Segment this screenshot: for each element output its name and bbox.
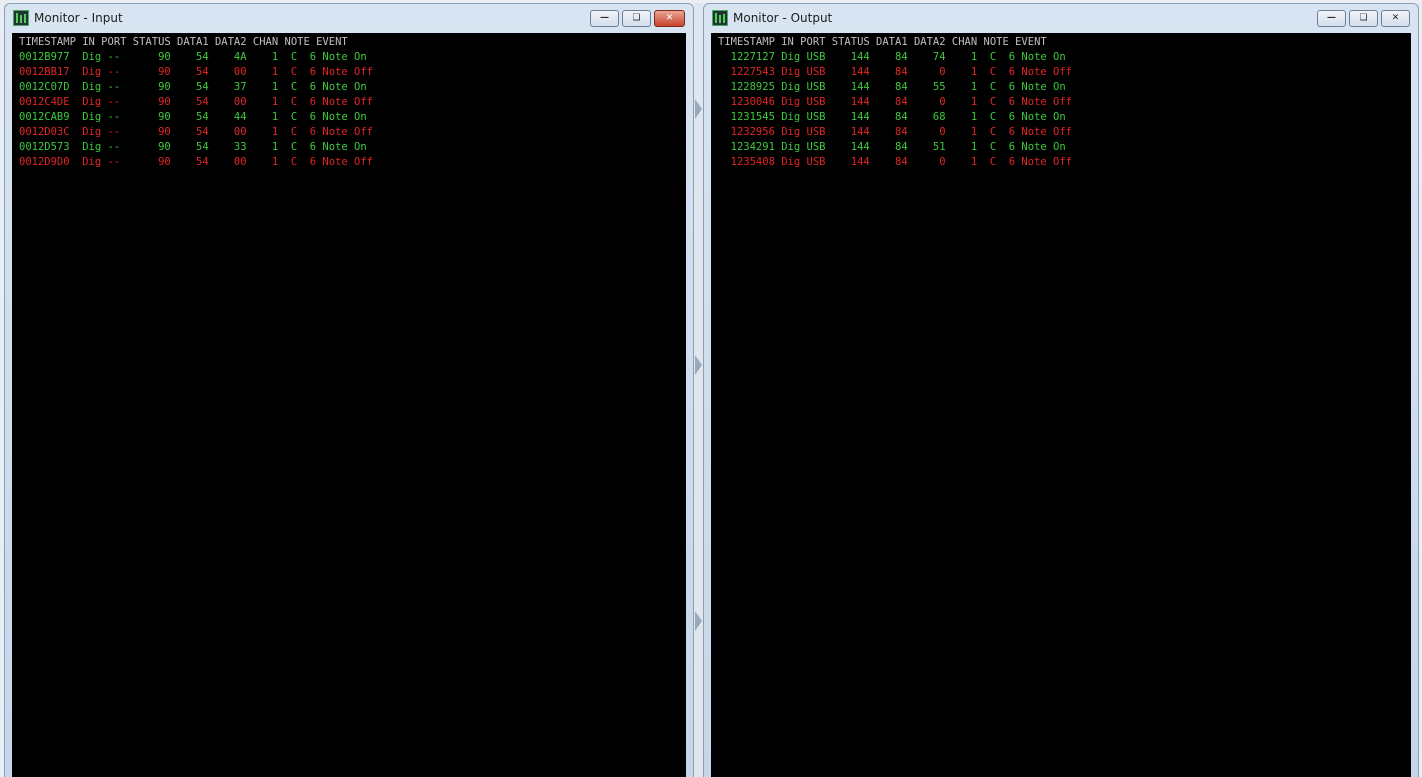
log-row: 1228925 Dig USB 144 84 55 1 C 6 Note On: [718, 81, 1066, 93]
log-row: 1234291 Dig USB 144 84 51 1 C 6 Note On: [718, 141, 1066, 153]
title-bar[interactable]: Monitor - Output — ❏ ✕: [704, 4, 1418, 32]
log-row: 0012B977 Dig -- 90 54 4A 1 C 6 Note On: [19, 51, 367, 63]
log-row: 0012D9D0 Dig -- 90 54 00 1 C 6 Note Off: [19, 156, 374, 168]
maximize-icon[interactable]: ❏: [1349, 10, 1378, 27]
event-log-output[interactable]: TIMESTAMP IN PORT STATUS DATA1 DATA2 CHA…: [711, 33, 1411, 777]
window-title: Monitor - Output: [733, 11, 833, 25]
splitter-grip-icon: [695, 99, 702, 119]
log-row: 0012D573 Dig -- 90 54 33 1 C 6 Note On: [19, 141, 367, 153]
minimize-icon[interactable]: —: [590, 10, 619, 27]
minimize-icon[interactable]: —: [1317, 10, 1346, 27]
column-header: TIMESTAMP IN PORT STATUS DATA1 DATA2 CHA…: [19, 36, 348, 48]
window-controls: — ❏ ✕: [590, 10, 685, 27]
column-header: TIMESTAMP IN PORT STATUS DATA1 DATA2 CHA…: [718, 36, 1047, 48]
log-row: 0012BB17 Dig -- 90 54 00 1 C 6 Note Off: [19, 66, 374, 78]
log-row: 1227127 Dig USB 144 84 74 1 C 6 Note On: [718, 51, 1066, 63]
log-row: 1231545 Dig USB 144 84 68 1 C 6 Note On: [718, 111, 1066, 123]
close-icon[interactable]: ✕: [1381, 10, 1410, 27]
monitor-input-window[interactable]: Monitor - Input — ❏ ✕ TIMESTAMP IN PORT …: [4, 3, 694, 777]
log-row: 0012C07D Dig -- 90 54 37 1 C 6 Note On: [19, 81, 367, 93]
log-row: 0012D03C Dig -- 90 54 00 1 C 6 Note Off: [19, 126, 374, 138]
event-log-input[interactable]: TIMESTAMP IN PORT STATUS DATA1 DATA2 CHA…: [12, 33, 686, 777]
window-controls: — ❏ ✕: [1317, 10, 1410, 27]
log-row: 1235408 Dig USB 144 84 0 1 C 6 Note Off: [718, 156, 1073, 168]
title-bar[interactable]: Monitor - Input — ❏ ✕: [5, 4, 693, 32]
log-row: 1230046 Dig USB 144 84 0 1 C 6 Note Off: [718, 96, 1073, 108]
splitter-grip-icon: [695, 355, 702, 375]
maximize-icon[interactable]: ❏: [622, 10, 651, 27]
monitor-output-window[interactable]: Monitor - Output — ❏ ✕ TIMESTAMP IN PORT…: [703, 3, 1419, 777]
log-row: 0012CAB9 Dig -- 90 54 44 1 C 6 Note On: [19, 111, 367, 123]
log-row: 1232956 Dig USB 144 84 0 1 C 6 Note Off: [718, 126, 1073, 138]
midi-monitor-icon: [712, 10, 728, 26]
close-icon[interactable]: ✕: [654, 10, 685, 27]
window-title: Monitor - Input: [34, 11, 123, 25]
window-splitter[interactable]: [694, 3, 703, 777]
log-row: 1227543 Dig USB 144 84 0 1 C 6 Note Off: [718, 66, 1073, 78]
midi-monitor-icon: [13, 10, 29, 26]
log-row: 0012C4DE Dig -- 90 54 00 1 C 6 Note Off: [19, 96, 374, 108]
splitter-grip-icon: [695, 611, 702, 631]
